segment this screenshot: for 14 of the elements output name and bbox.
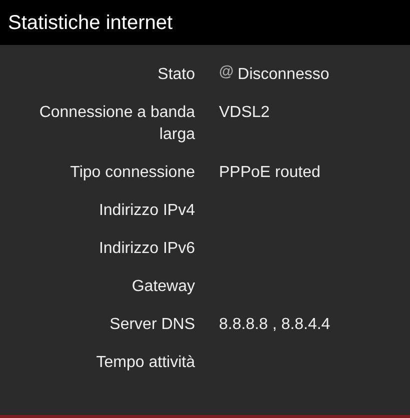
field-label: Stato: [158, 66, 195, 83]
field-label: Gateway: [132, 278, 195, 295]
field-value: 8.8.8.8 , 8.8.4.4: [219, 315, 330, 335]
field-label: Connessione a banda larga: [39, 104, 195, 143]
field-label: Server DNS: [110, 316, 195, 333]
status-icon: @: [219, 64, 234, 80]
field-label: Tipo connessione: [70, 164, 195, 181]
field-value: PPPoE routed: [219, 163, 320, 183]
field-label: Indirizzo IPv4: [98, 202, 195, 219]
field-label: Tempo attività: [96, 354, 195, 371]
field-value: VDSL2: [219, 103, 270, 123]
panel-title: Statistiche internet: [8, 10, 173, 36]
field-label: Indirizzo IPv6: [98, 240, 195, 257]
field-value: Disconnesso: [238, 65, 330, 85]
